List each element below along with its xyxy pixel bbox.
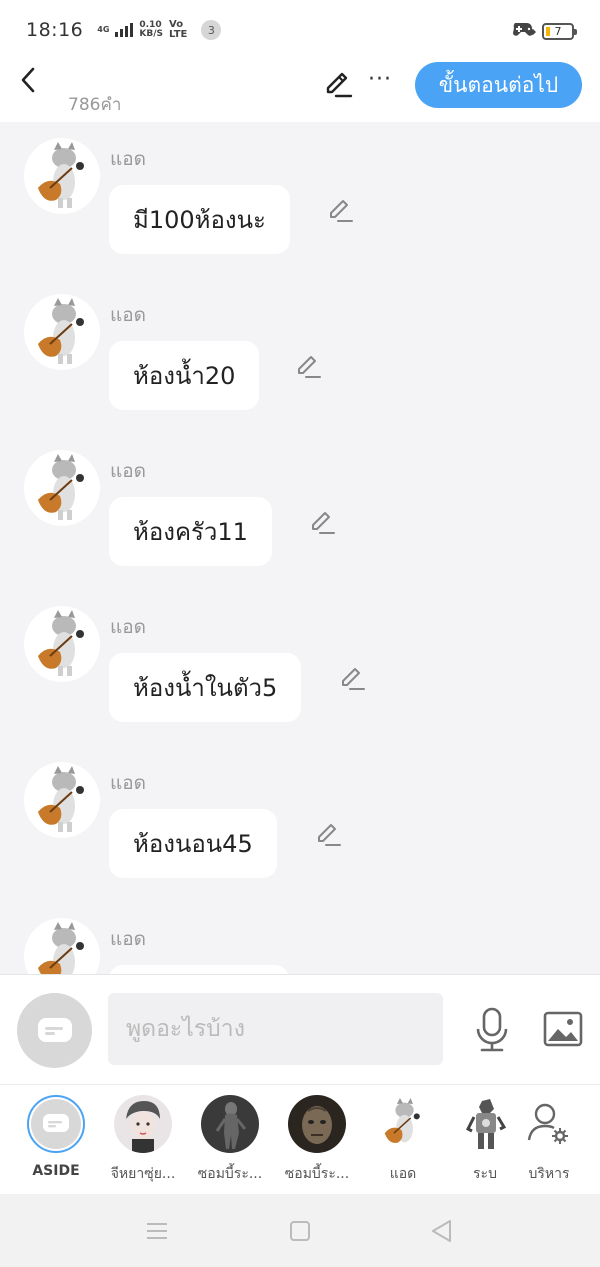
message-bubble[interactable] [109,965,289,974]
character-aside[interactable]: ASIDE [13,1095,99,1179]
avatar-cat[interactable] [24,138,100,214]
word-count: 786คำ [68,95,122,115]
chat-bubble-icon [37,1017,72,1042]
image-upload-button[interactable] [542,1009,584,1049]
more-options-button[interactable]: ··· [368,69,392,91]
status-right: 7 [510,20,577,42]
next-step-button[interactable]: ขั้นตอนต่อไป [415,62,582,108]
edit-title-button[interactable] [322,68,354,100]
network-speed: 0.10 KB/S [139,21,163,39]
edit-message-button[interactable] [314,820,344,850]
aside-bubble-icon [27,1095,85,1153]
message-item: แอด [0,902,600,974]
nav-menu-button[interactable] [144,1218,170,1244]
home-square-icon [290,1221,310,1241]
character-label: ซอมบี้ระ... [284,1166,350,1182]
pen-icon [326,72,353,98]
battery-icon: 7 [542,22,577,40]
message-bubble[interactable]: มี100ห้องนะ [109,185,290,254]
avatar-zombie [201,1095,259,1153]
volte-indicator: Vo LTE [169,20,187,40]
avatar-zombie-face [288,1095,346,1153]
aside-toggle-button[interactable] [17,993,92,1068]
sender-name: แอด [110,304,146,326]
sender-name: แอด [110,928,146,950]
character-item[interactable]: แอด [360,1095,446,1185]
manage-characters-button[interactable]: บริหาร [506,1095,592,1185]
status-time: 18:16 [26,19,84,41]
nav-back-button[interactable] [429,1218,455,1244]
edit-message-button[interactable] [338,664,368,694]
character-label: บริหาร [528,1166,570,1182]
back-triangle-icon [432,1220,451,1242]
pen-icon [330,200,353,222]
avatar-cat[interactable] [24,450,100,526]
sender-name: แอด [110,148,146,170]
notification-count-badge: 3 [201,20,222,40]
message-item: แอด ห้องครัว11 [0,434,600,590]
character-label: ASIDE [32,1163,80,1179]
chevron-left-icon [21,67,35,93]
pen-icon [312,512,335,534]
edit-message-button[interactable] [294,352,324,382]
message-item: แอด ห้องนอน45 [0,746,600,902]
speed-unit: KB/S [139,29,164,39]
battery-level: 7 [554,24,562,38]
game-controller-icon [510,20,536,42]
editor-header: 786คำ ··· ขั้นตอนต่อไป [0,60,600,122]
edit-message-button[interactable] [326,196,356,226]
message-bubble[interactable]: ห้องน้ำ20 [109,341,260,410]
character-item[interactable]: ซอมบี้ระ... [187,1095,273,1185]
network-indicators: 4G 0.10 KB/S Vo LTE 3 [97,20,222,40]
sender-name: แอด [110,616,146,638]
system-nav-bar [0,1194,600,1267]
sender-name: แอด [110,460,146,482]
message-input[interactable] [108,993,443,1065]
pen-icon [298,356,321,378]
character-label: ซอมบี้ระ... [197,1166,263,1182]
avatar-cat[interactable] [24,294,100,370]
manage-user-icon [520,1095,578,1153]
signal-icon [115,23,134,37]
pen-icon [318,824,341,846]
avatar-portrait [114,1095,172,1153]
message-bubble[interactable]: ห้องน้ำในตัว5 [109,653,302,722]
avatar-cat[interactable] [24,762,100,838]
character-label: แอด [389,1166,417,1182]
message-bubble[interactable]: ห้องนอน45 [109,809,277,878]
character-bar: ASIDE จีหยาซุ่ย... ซอมบี้ระ... ซอมบี้ระ.… [0,1084,600,1194]
message-item: แอด ห้องน้ำ20 [0,278,600,434]
microphone-button[interactable] [472,1005,512,1055]
character-item[interactable]: ซอมบี้ระ... [274,1095,360,1185]
nav-home-button[interactable] [287,1218,313,1244]
sender-name: แอด [110,772,146,794]
composer [0,974,600,1084]
message-bubble[interactable]: ห้องครัว11 [109,497,272,566]
menu-icon [147,1223,167,1239]
network-type: 4G [97,25,110,34]
volte-bottom: LTE [169,29,188,40]
avatar-cat [374,1095,432,1153]
pen-icon [342,668,365,690]
microphone-icon [476,1007,508,1052]
avatar-cat[interactable] [24,606,100,682]
message-item: แอด มี100ห้องนะ [0,122,600,278]
character-label: จีหยาซุ่ย... [110,1166,176,1182]
edit-message-button[interactable] [308,508,338,538]
back-button[interactable] [14,66,42,94]
status-bar: 18:16 4G 0.10 KB/S Vo LTE 3 7 [0,0,600,60]
message-list[interactable]: แอด มี100ห้องนะ แอด ห้องน้ำ20 แอด ห้องคร… [0,122,600,974]
character-item[interactable]: จีหยาซุ่ย... [100,1095,186,1185]
image-icon [543,1011,583,1047]
avatar-cat[interactable] [24,918,100,974]
message-item: แอด ห้องน้ำในตัว5 [0,590,600,746]
